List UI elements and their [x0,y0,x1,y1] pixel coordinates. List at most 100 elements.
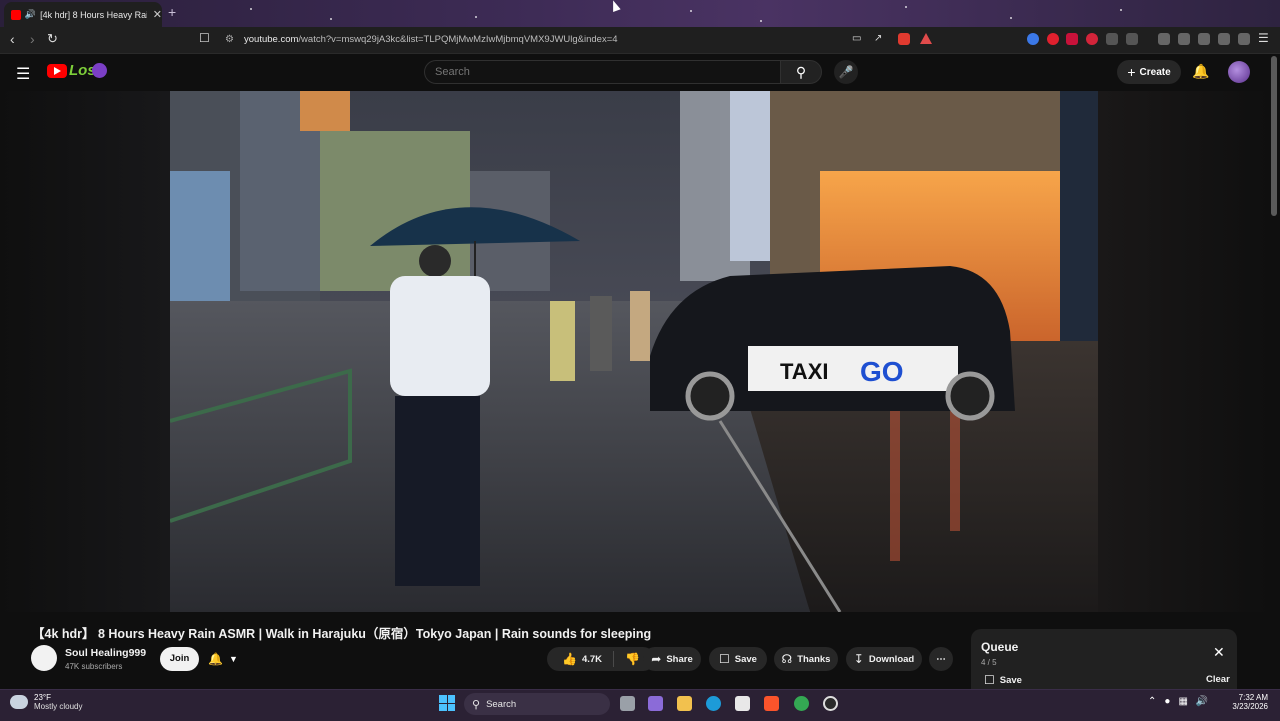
video-ambient-right [1098,91,1270,612]
extension-youtube-icon[interactable] [1047,33,1059,45]
tab-title: [4k hdr] 8 Hours Heavy Rain [40,9,147,20]
more-actions-icon[interactable]: ⋯ [929,647,953,671]
save-label: Save [734,653,757,665]
search-input[interactable] [424,60,780,84]
search-icon: ⚲ [472,698,481,711]
thanks-dollar-icon: ☊ [781,652,793,666]
site-info-icon[interactable]: ⚙ [225,34,234,45]
queue-close-icon[interactable]: ✕ [1213,644,1225,661]
create-label: Create [1139,66,1171,78]
brave-shield-icon[interactable] [898,33,910,45]
share-page-icon[interactable]: ↗ [874,33,882,44]
windows-start-icon[interactable] [439,695,455,711]
page-scrollbar[interactable] [1271,56,1277,216]
cast-icon[interactable]: ▭ [852,33,861,44]
task-view-icon[interactable] [620,696,635,711]
queue-save-label: Save [999,674,1022,686]
tray-volume-icon[interactable]: 🔊 [1196,696,1208,707]
new-tab-button[interactable]: + [168,4,176,20]
extension-red-circle-icon[interactable] [1086,33,1098,45]
browser-menu-icon[interactable]: ☰ [1258,31,1269,45]
thanks-label: Thanks [797,653,831,665]
download-label: Download [868,653,915,665]
extension-red-icon[interactable] [1066,33,1078,45]
taskbar-clock[interactable]: 7:32 AM 3/23/2026 [1226,693,1268,711]
wallet-icon[interactable] [1198,33,1210,45]
like-dislike-group: 👍 4.7K 👎 [547,647,655,671]
clock-time: 7:32 AM [1238,693,1268,702]
url-path: /watch?v=mswq29jA3kc&list=TLPQMjMwMzIwMj… [298,34,618,45]
cloud-icon [10,695,28,709]
create-button[interactable]: + Create [1117,60,1181,84]
channel-avatar[interactable] [31,645,57,671]
video-frame-rainy-street: TAXI GO [170,91,1098,612]
translate-icon[interactable] [1126,33,1138,45]
like-count[interactable]: 4.7K [582,654,602,665]
notifications-bell-icon[interactable]: 🔔 [1192,63,1209,80]
join-button[interactable]: Join [160,647,199,671]
search-icon[interactable]: ⚲ [780,60,822,84]
media-controls-icon[interactable] [1158,33,1170,45]
like-divider [613,651,615,667]
browser-toolbar: ‹ › ↻ ☐ ⚙ youtube.com/watch?v=mswq29jA3k… [0,27,1280,54]
queue-clear-button[interactable]: Clear [1206,674,1230,685]
bookmark-icon[interactable]: ☐ [199,31,210,45]
address-bar-url[interactable]: youtube.com/watch?v=mswq29jA3kc&list=TLP… [244,34,618,45]
browser-tab-active[interactable]: 🔊 [4k hdr] 8 Hours Heavy Rain ✕ [4,2,162,27]
video-player[interactable]: TAXI GO [170,91,1098,612]
file-explorer-icon[interactable] [677,696,692,711]
forward-arrow-icon[interactable]: › [30,31,35,47]
browser-tab-strip [0,0,1280,27]
taxi-text: TAXI [780,359,828,384]
edge-browser-icon[interactable] [706,696,721,711]
thumbs-up-icon[interactable]: 👍 [562,652,577,666]
chrome-browser-icon[interactable] [794,696,809,711]
video-title: 【4k hdr】 8 Hours Heavy Rain ASMR | Walk … [32,627,652,641]
copilot-icon[interactable] [648,696,663,711]
queue-title: Queue [981,640,1019,654]
clock-date: 3/23/2026 [1232,702,1268,711]
share-arrow-icon: ➦ [651,652,662,666]
url-domain: youtube.com [244,34,299,45]
plus-icon: + [1127,64,1136,80]
extension-globe-icon[interactable] [1027,33,1039,45]
microphone-icon[interactable]: 🎤 [834,60,858,84]
notification-toggle-button[interactable]: 🔔 ▼ [208,647,254,671]
tray-microphone-icon[interactable]: ● [1164,696,1170,707]
channel-name[interactable]: Soul Healing999 [65,647,146,659]
chevron-down-icon: ▼ [228,654,238,664]
weather-condition: Mostly cloudy [34,702,83,711]
thanks-button[interactable]: ☊ Thanks [774,647,838,671]
youtube-favicon-icon [11,9,21,20]
thumbs-down-icon[interactable]: 👎 [625,652,640,666]
tab-close-icon[interactable]: ✕ [153,8,162,21]
hamburger-menu-icon[interactable]: ☰ [16,64,30,84]
back-arrow-icon[interactable]: ‹ [10,31,15,47]
queue-save-button[interactable]: ☐ Save [984,673,1022,687]
tray-network-icon[interactable]: ▦ [1178,696,1187,707]
brave-rewards-icon[interactable] [920,33,932,44]
share-button[interactable]: ➦ Share [643,647,701,671]
brave-browser-icon[interactable] [764,696,779,711]
ai-assistant-icon[interactable] [1218,33,1230,45]
save-button[interactable]: ☐ Save [709,647,767,671]
user-avatar[interactable] [1228,61,1250,83]
vpn-shield-icon[interactable] [1238,33,1250,45]
subscriber-count: 47K subscribers [65,662,123,671]
reload-icon[interactable]: ↻ [47,31,58,47]
taskbar-search[interactable]: ⚲ Search [464,693,610,715]
logo-doodle-circle [92,63,107,78]
audio-playing-icon[interactable]: 🔊 [25,9,36,20]
video-ambient-left [0,91,170,612]
obs-studio-icon[interactable] [823,696,838,711]
bookmark-icon: ☐ [984,673,995,687]
download-button[interactable]: ↧ Download [846,647,922,671]
sidebar-icon[interactable] [1178,33,1190,45]
youtube-logo-icon[interactable] [47,64,67,78]
tray-chevron-up-icon[interactable]: ⌃ [1148,696,1156,707]
weather-widget[interactable]: 23°F Mostly cloudy [10,693,82,711]
extensions-puzzle-icon[interactable] [1106,33,1118,45]
windows-taskbar [0,689,1280,721]
microsoft-store-icon[interactable] [735,696,750,711]
taxi-logo-text: GO [860,356,904,387]
